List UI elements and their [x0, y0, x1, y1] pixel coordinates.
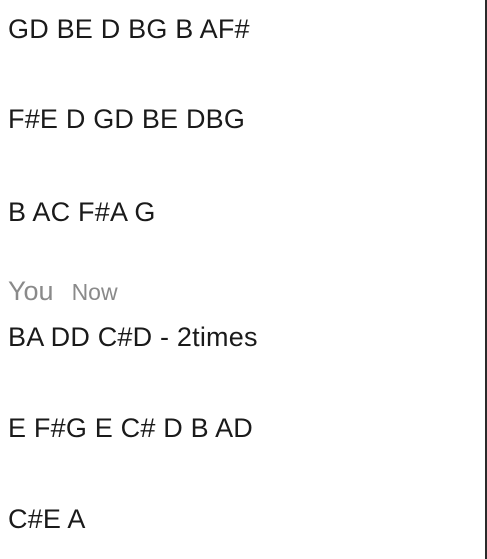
message-line: E F#G E C# D B AD — [8, 413, 253, 443]
message-line: B AC F#A G — [8, 197, 156, 227]
message-timestamp: Now — [71, 279, 118, 305]
message-line: F#E D GD BE DBG — [8, 104, 246, 134]
message-line: C#E A — [8, 504, 86, 534]
sender-header: You Now — [8, 274, 118, 308]
message-line: BA DD C#D - 2times — [8, 322, 258, 352]
message-line: GD BE D BG B AF# — [8, 14, 250, 44]
sender-name: You — [8, 276, 54, 306]
